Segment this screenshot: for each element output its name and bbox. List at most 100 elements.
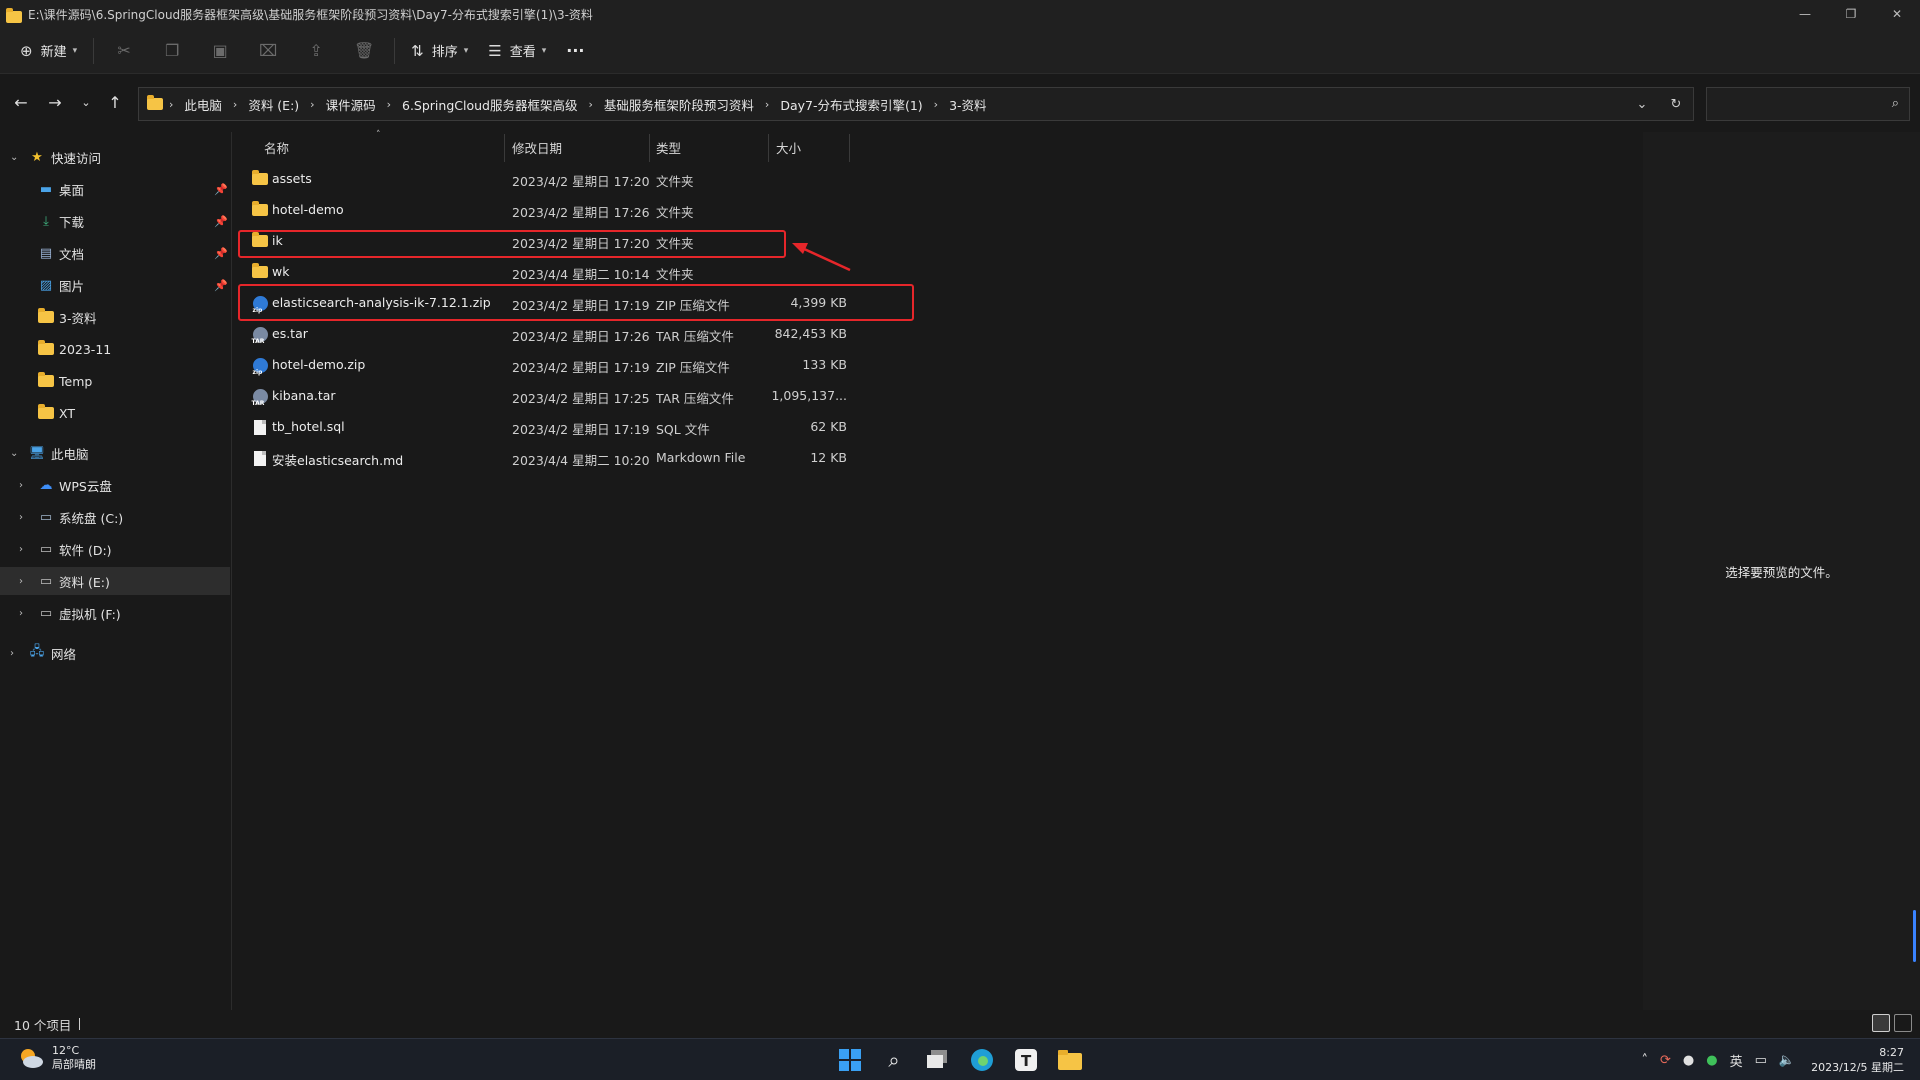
nav-drive-c[interactable]: › ▭ 系统盘 (C:) [0,503,230,531]
copy-icon[interactable]: ❐ [148,35,196,67]
chevron-right-icon[interactable]: › [227,98,243,111]
file-explorer-icon[interactable] [1054,1044,1086,1076]
pin-icon[interactable]: 📌 [214,215,228,228]
nav-pictures[interactable]: ▨ 图片 📌 [0,271,230,299]
file-row[interactable]: hotel-demo.zip 2023/4/2 星期日 17:19 ZIP 压缩… [233,350,933,380]
nav-folder-3-materials[interactable]: 3-资料 [0,303,230,331]
up-arrow-icon[interactable]: ↑ [101,88,129,116]
nav-wps-cloud[interactable]: › ☁ WPS云盘 [0,471,230,499]
close-button[interactable]: ✕ [1874,0,1920,28]
edge-browser-icon[interactable] [966,1044,998,1076]
chevron-down-icon[interactable]: ⌄ [10,152,18,163]
chevron-right-icon[interactable]: › [381,98,397,111]
restore-button[interactable]: ❐ [1828,0,1874,28]
weather-widget[interactable]: 12°C 局部晴朗 [18,1044,96,1072]
nav-network[interactable]: › 🖧 网络 [0,639,230,667]
weather-condition: 局部晴朗 [52,1058,96,1071]
search-icon[interactable]: ⌕ [878,1044,910,1076]
nav-folder-temp[interactable]: Temp [0,367,230,395]
pin-icon[interactable]: 📌 [214,247,228,260]
search-input[interactable]: ⌕ [1706,87,1910,121]
breadcrumb-this-pc[interactable]: 此电脑 [179,95,227,114]
column-header-date[interactable]: 修改日期 [512,132,562,162]
nav-drive-d[interactable]: › ▭ 软件 (D:) [0,535,230,563]
column-divider[interactable] [649,134,650,162]
wechat-icon[interactable]: ● [1706,1053,1717,1068]
ime-indicator[interactable]: 英 [1730,1051,1743,1070]
file-row[interactable]: es.tar 2023/4/2 星期日 17:26 TAR 压缩文件 842,4… [233,319,933,349]
typora-icon[interactable]: T [1010,1044,1042,1076]
chevron-right-icon[interactable]: › [19,576,23,587]
paste-icon[interactable]: ▣ [196,35,244,67]
nav-drive-e[interactable]: › ▭ 资料 (E:) [0,567,230,595]
breadcrumb-current-folder[interactable]: 3-资料 [944,95,991,114]
breadcrumb-drive-e[interactable]: 资料 (E:) [243,95,304,114]
cut-icon[interactable]: ✂ [100,35,148,67]
pin-icon[interactable]: 📌 [214,279,228,292]
nav-downloads[interactable]: ⤓ 下载 📌 [0,207,230,235]
chevron-right-icon[interactable]: › [19,544,23,555]
breadcrumb-springcloud[interactable]: 6.SpringCloud服务器框架高级 [397,95,582,114]
volume-icon[interactable]: 🔈 [1779,1053,1795,1068]
back-arrow-icon[interactable]: ← [7,88,35,116]
sort-button[interactable]: ⇅ 排序 ▾ [401,35,478,67]
nav-quick-access[interactable]: ⌄ ★ 快速访问 [0,143,230,171]
file-row[interactable]: tb_hotel.sql 2023/4/2 星期日 17:19 SQL 文件 6… [233,412,933,442]
sync-app-icon[interactable]: ⟳ [1660,1053,1671,1068]
folder-icon [38,404,54,420]
nav-this-pc[interactable]: ⌄ 🖥 此电脑 [0,439,230,467]
chevron-right-icon[interactable]: › [10,648,14,659]
qq-penguin-icon[interactable]: ● [1683,1053,1694,1068]
column-divider[interactable] [768,134,769,162]
breadcrumb-preview-materials[interactable]: 基础服务框架阶段预习资料 [599,95,759,114]
tray-chevron-up-icon[interactable]: ˄ [1642,1053,1649,1068]
column-header-size[interactable]: 大小 [776,132,801,162]
delete-icon[interactable]: 🗑 [340,35,388,67]
chevron-down-icon[interactable]: ⌄ [10,448,18,459]
chevron-right-icon[interactable]: › [928,98,944,111]
large-icons-view-icon[interactable] [1894,1014,1912,1032]
scrollbar-thumb[interactable] [1913,910,1916,962]
file-row[interactable]: assets 2023/4/2 星期日 17:20 文件夹 [233,164,933,194]
forward-arrow-icon[interactable]: → [41,88,69,116]
refresh-icon[interactable]: ↻ [1659,88,1693,120]
pin-icon[interactable]: 📌 [214,183,228,196]
rename-icon[interactable]: ⌧ [244,35,292,67]
file-type: TAR 压缩文件 [656,329,734,344]
column-divider[interactable] [849,134,850,162]
nav-desktop[interactable]: ▬ 桌面 📌 [0,175,230,203]
nav-folder-xt[interactable]: XT [0,399,230,427]
file-row[interactable]: 安装elasticsearch.md 2023/4/4 星期二 10:20 Ma… [233,443,933,473]
column-divider[interactable] [504,134,505,162]
file-date: 2023/4/2 星期日 17:19 [512,422,650,437]
chevron-right-icon[interactable]: › [19,608,23,619]
address-history-chevron-icon[interactable]: ⌄ [1625,88,1659,120]
column-header-name[interactable]: 名称 [264,132,289,162]
chevron-right-icon[interactable]: › [304,98,320,111]
nav-drive-f[interactable]: › ▭ 虚拟机 (F:) [0,599,230,627]
recent-locations-chevron-icon[interactable]: ⌄ [72,88,100,116]
nav-folder-2023-11[interactable]: 2023-11 [0,335,230,363]
chevron-right-icon[interactable]: › [19,512,23,523]
task-view-icon[interactable] [922,1044,954,1076]
details-view-icon[interactable] [1872,1014,1890,1032]
column-header-type[interactable]: 类型 [656,132,681,162]
minimize-button[interactable]: — [1782,0,1828,28]
share-icon[interactable]: ⇪ [292,35,340,67]
clock[interactable]: 8:27 2023/12/5 星期二 [1811,1045,1904,1075]
more-button[interactable]: ··· [556,35,594,67]
new-button[interactable]: ⊕ 新建 ▾ [10,35,87,67]
zip-archive-icon [252,357,268,376]
windows-start-icon[interactable] [834,1044,866,1076]
file-row[interactable]: kibana.tar 2023/4/2 星期日 17:25 TAR 压缩文件 1… [233,381,933,411]
file-row[interactable]: hotel-demo 2023/4/2 星期日 17:26 文件夹 [233,195,933,225]
breadcrumb-course-source[interactable]: 课件源码 [321,95,381,114]
view-button[interactable]: ☰ 查看 ▾ [478,35,556,67]
address-bar[interactable]: › 此电脑 › 资料 (E:) › 课件源码 › 6.SpringCloud服务… [138,87,1694,121]
nav-documents[interactable]: ▤ 文档 📌 [0,239,230,267]
breadcrumb-day7[interactable]: Day7-分布式搜索引擎(1) [775,95,927,114]
chevron-right-icon[interactable]: › [759,98,775,111]
chevron-right-icon[interactable]: › [582,98,598,111]
chevron-right-icon[interactable]: › [19,480,23,491]
network-status-icon[interactable]: ▭ [1755,1053,1767,1068]
